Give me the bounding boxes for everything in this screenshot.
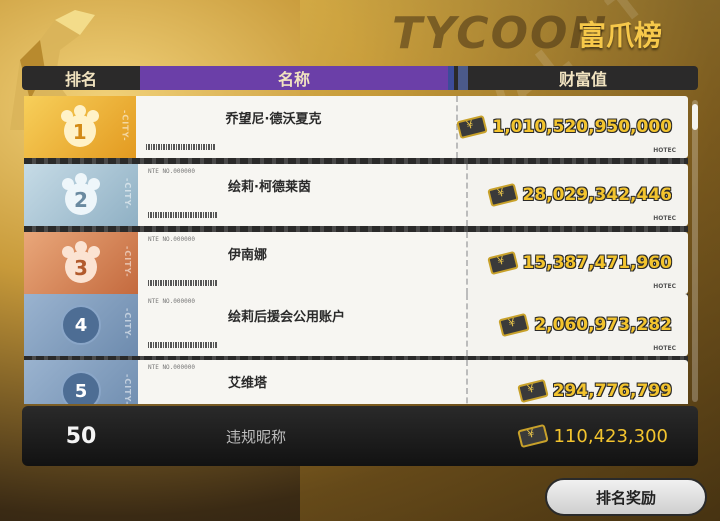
self-rank-row: 50 违规昵称 110,423,300 — [22, 406, 698, 466]
rank-cell: 3 -CITY- — [24, 232, 138, 294]
header-stripe — [448, 66, 468, 90]
rank-number: 1 — [72, 120, 87, 144]
money-icon — [486, 182, 519, 208]
wealth-value: 15,387,471,960 — [522, 253, 673, 273]
wealth-cell: 294,776,799 — [468, 360, 688, 404]
name-cell: NTE NO.000000 艾维塔 — [138, 360, 468, 404]
leaderboard-row[interactable]: 4 -CITY- NTE NO.000000 绘莉后援会公用账户 2,060,9… — [24, 294, 688, 362]
city-label: -CITY- — [123, 246, 132, 278]
rank-number: 2 — [74, 188, 88, 212]
header-name: 名称 — [140, 66, 448, 90]
wealth-cell: 2,060,973,282 HOTEC — [468, 294, 688, 356]
scrollbar-thumb[interactable] — [692, 104, 698, 130]
money-icon — [498, 312, 531, 338]
brand-label: HOTEC — [653, 215, 676, 222]
brand-label: HOTEC — [653, 147, 676, 154]
wealth-cell: 15,387,471,960 HOTEC — [468, 232, 688, 294]
header-wealth: 财富值 — [468, 66, 698, 90]
money-icon — [516, 378, 549, 404]
name-cell: NTE NO.000000 伊南娜 — [138, 232, 468, 294]
barcode — [148, 280, 218, 286]
brand-label: HOTEC — [653, 283, 676, 290]
rank-cell: 4 -CITY- — [24, 294, 138, 356]
city-label: -CITY- — [123, 178, 132, 210]
city-label: -CITY- — [123, 374, 132, 404]
player-name: 乔望尼·德沃夏克 — [225, 112, 322, 127]
barcode — [145, 144, 216, 150]
player-name: 伊南娜 — [228, 248, 268, 263]
self-wealth-value: 110,423,300 — [553, 425, 668, 447]
rank-badge: 5 — [61, 371, 101, 404]
rank-reward-button[interactable]: 排名奖励 — [545, 478, 707, 516]
tycoon-bg-title: TYCOON — [392, 8, 609, 59]
rank-cell: 2 -CITY- — [24, 164, 138, 226]
player-name: 艾维塔 — [228, 376, 268, 391]
barcode — [148, 212, 218, 218]
wealth-value: 294,776,799 — [552, 381, 672, 401]
rank-badge: 4 — [61, 305, 101, 345]
leaderboard-row[interactable]: 3 -CITY- NTE NO.000000 伊南娜 15,387,471,96… — [24, 232, 688, 300]
wealth-cell: 1,010,520,950,000 HOTEC — [456, 96, 688, 158]
leaderboard-row[interactable]: 2 -CITY- NTE NO.000000 绘莉·柯德莱茵 28,029,34… — [24, 164, 688, 232]
wealth-value: 2,060,973,282 — [534, 315, 672, 335]
name-cell: NTE NO.000000 绘莉·柯德莱茵 — [138, 164, 468, 226]
rank-cell: 1 -CITY- — [24, 96, 136, 158]
wealth-value: 1,010,520,950,000 — [492, 117, 672, 137]
scrollbar-track[interactable] — [692, 100, 698, 402]
wealth-cell: 28,029,342,446 HOTEC — [468, 164, 688, 226]
city-label: -CITY- — [123, 308, 132, 340]
city-label: -CITY- — [120, 110, 130, 142]
ticket-tag: NTE NO.000000 — [148, 364, 195, 371]
leaderboard-row[interactable]: 5 -CITY- NTE NO.000000 艾维塔 294,776,799 — [24, 360, 688, 404]
paw-icon: 3 — [57, 239, 105, 287]
name-cell: 乔望尼·德沃夏克 — [135, 96, 459, 158]
player-name: 绘莉后援会公用账户 — [228, 310, 346, 325]
rank-number: 3 — [74, 256, 88, 280]
leaderboard-row[interactable]: 1 -CITY- 乔望尼·德沃夏克 1,010,520,950,000 HOTE… — [24, 96, 688, 164]
leaderboard-list[interactable]: 1 -CITY- 乔望尼·德沃夏克 1,010,520,950,000 HOTE… — [24, 96, 688, 404]
header-rank: 排名 — [22, 66, 140, 90]
barcode — [148, 342, 218, 348]
paw-icon: 2 — [57, 171, 105, 219]
paw-icon: 1 — [56, 103, 104, 151]
leaderboard-title: 富爪榜 — [578, 19, 663, 52]
money-icon — [456, 114, 489, 140]
money-icon — [517, 423, 550, 449]
ticket-tag: NTE NO.000000 — [148, 236, 195, 243]
self-player-name: 违规昵称 — [226, 427, 287, 446]
brand-label: HOTEC — [653, 345, 676, 352]
ticket-tag: NTE NO.000000 — [148, 298, 195, 305]
player-name: 绘莉·柯德莱茵 — [228, 180, 311, 195]
ticket-tag: NTE NO.000000 — [148, 168, 195, 175]
money-icon — [486, 250, 519, 276]
self-rank-number: 50 — [65, 423, 97, 449]
rank-cell: 5 -CITY- — [24, 360, 138, 404]
name-cell: NTE NO.000000 绘莉后援会公用账户 — [138, 294, 468, 356]
wealth-value: 28,029,342,446 — [522, 185, 673, 205]
leaderboard-header: 排名 名称 财富值 — [22, 66, 698, 90]
self-wealth-cell: 110,423,300 — [440, 423, 698, 449]
